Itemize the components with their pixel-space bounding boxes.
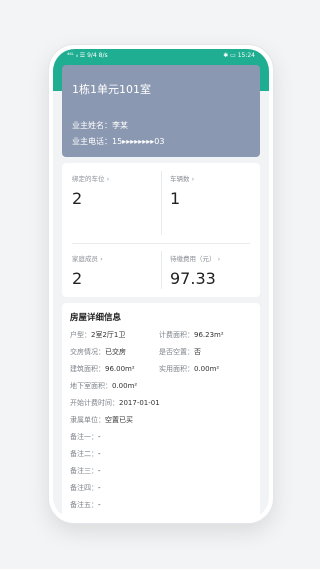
field-label: 隶属单位： [70, 416, 105, 424]
phone-frame: ⁴⁶ᴸ ᵢₗ ☰ 9/4 8/s ✱ ▭ 15:24 ‹ 详情 1栋1单元101… [48, 44, 274, 524]
field-value: - [98, 450, 101, 458]
detail-row: 备注二：- [70, 449, 101, 459]
app-screen: ⁴⁶ᴸ ᵢₗ ☰ 9/4 8/s ✱ ▭ 15:24 ‹ 详情 1栋1单元101… [53, 49, 269, 519]
section-title: 房屋详细信息 [70, 313, 122, 323]
detail-row: 备注四：- [70, 483, 101, 493]
owner-phone-row: 业主电话：15▸▸▸▸▸▸▸▸03 [72, 136, 164, 147]
owner-name-row: 业主姓名：李某 [72, 120, 128, 131]
stat-label: 待缴费用（元） › [170, 255, 221, 263]
stats-panel: 绑定的车位 › 2 车辆数 › 1 家庭成员 › 2 待缴费用（元） › 97.… [62, 163, 260, 297]
detail-row: 备注一：- [70, 432, 101, 442]
detail-row: 计费面积：96.23m² [159, 330, 224, 340]
house-detail-panel: 房屋详细信息 户型：2室2厅1卫 计费面积：96.23m² 交房情况：已交房 是… [62, 303, 260, 519]
field-label: 备注三： [70, 467, 98, 475]
detail-row: 地下室面积：0.00m² [70, 381, 137, 391]
stat-value: 1 [170, 189, 181, 208]
stat-vehicles[interactable]: 车辆数 › 1 [170, 167, 258, 223]
status-left: ⁴⁶ᴸ ᵢₗ ☰ 9/4 8/s [67, 52, 108, 59]
field-value: 2017-01-01 [119, 399, 160, 407]
field-value: 2室2厅1卫 [91, 331, 126, 339]
detail-row: 建筑面积：96.00m² [70, 364, 135, 374]
stat-fees[interactable]: 待缴费用（元） › 97.33 [170, 247, 258, 303]
stat-value: 97.33 [170, 269, 216, 288]
field-label: 备注一： [70, 433, 98, 441]
field-value: 0.00m² [194, 365, 220, 373]
detail-row: 备注五：- [70, 500, 101, 510]
stat-parking[interactable]: 绑定的车位 › 2 [72, 167, 160, 223]
field-value: 否 [194, 348, 201, 356]
divider [72, 243, 250, 244]
field-value: 96.23m² [194, 331, 224, 339]
detail-row: 是否空置：否 [159, 347, 201, 357]
field-value: 0.00m² [112, 382, 138, 390]
field-label: 计费面积： [159, 331, 194, 339]
divider [161, 171, 162, 235]
detail-row: 实用面积：0.00m² [159, 364, 219, 374]
field-label: 备注二： [70, 450, 98, 458]
owner-name: 李某 [112, 121, 128, 130]
divider [161, 251, 162, 289]
field-label: 交房情况： [70, 348, 105, 356]
detail-row: 开始计费时间：2017-01-01 [70, 398, 160, 408]
field-value: 已交房 [105, 348, 126, 356]
detail-row: 隶属单位：空置已买 [70, 415, 133, 425]
field-label: 备注四： [70, 484, 98, 492]
field-value: - [98, 484, 101, 492]
detail-row: 备注三：- [70, 466, 101, 476]
status-bar: ⁴⁶ᴸ ᵢₗ ☰ 9/4 8/s ✱ ▭ 15:24 [53, 49, 269, 63]
detail-row: 交房情况：已交房 [70, 347, 126, 357]
stat-family[interactable]: 家庭成员 › 2 [72, 247, 160, 303]
field-label: 户型： [70, 331, 91, 339]
field-value: 空置已买 [105, 416, 133, 424]
field-label: 备注五： [70, 501, 98, 509]
field-label: 是否空置： [159, 348, 194, 356]
field-value: - [98, 467, 101, 475]
field-label: 实用面积： [159, 365, 194, 373]
detail-row: 户型：2室2厅1卫 [70, 330, 125, 340]
stat-label: 车辆数 › [170, 175, 195, 183]
stat-value: 2 [72, 269, 83, 288]
owner-card: 1栋1单元101室 业主姓名：李某 业主电话：15▸▸▸▸▸▸▸▸03 [62, 65, 260, 157]
owner-phone-label: 业主电话： [72, 137, 112, 146]
owner-name-label: 业主姓名： [72, 121, 112, 130]
field-label: 开始计费时间： [70, 399, 119, 407]
stat-label: 绑定的车位 › [72, 175, 110, 183]
field-value: 96.00m² [105, 365, 135, 373]
room-number: 1栋1单元101室 [72, 83, 151, 96]
status-right: ✱ ▭ 15:24 [223, 52, 255, 59]
stat-value: 2 [72, 189, 83, 208]
field-label: 地下室面积： [70, 382, 112, 390]
owner-phone: 15▸▸▸▸▸▸▸▸03 [112, 137, 165, 146]
field-value: - [98, 501, 101, 509]
stat-label: 家庭成员 › [72, 255, 103, 263]
field-value: - [98, 433, 101, 441]
field-label: 建筑面积： [70, 365, 105, 373]
